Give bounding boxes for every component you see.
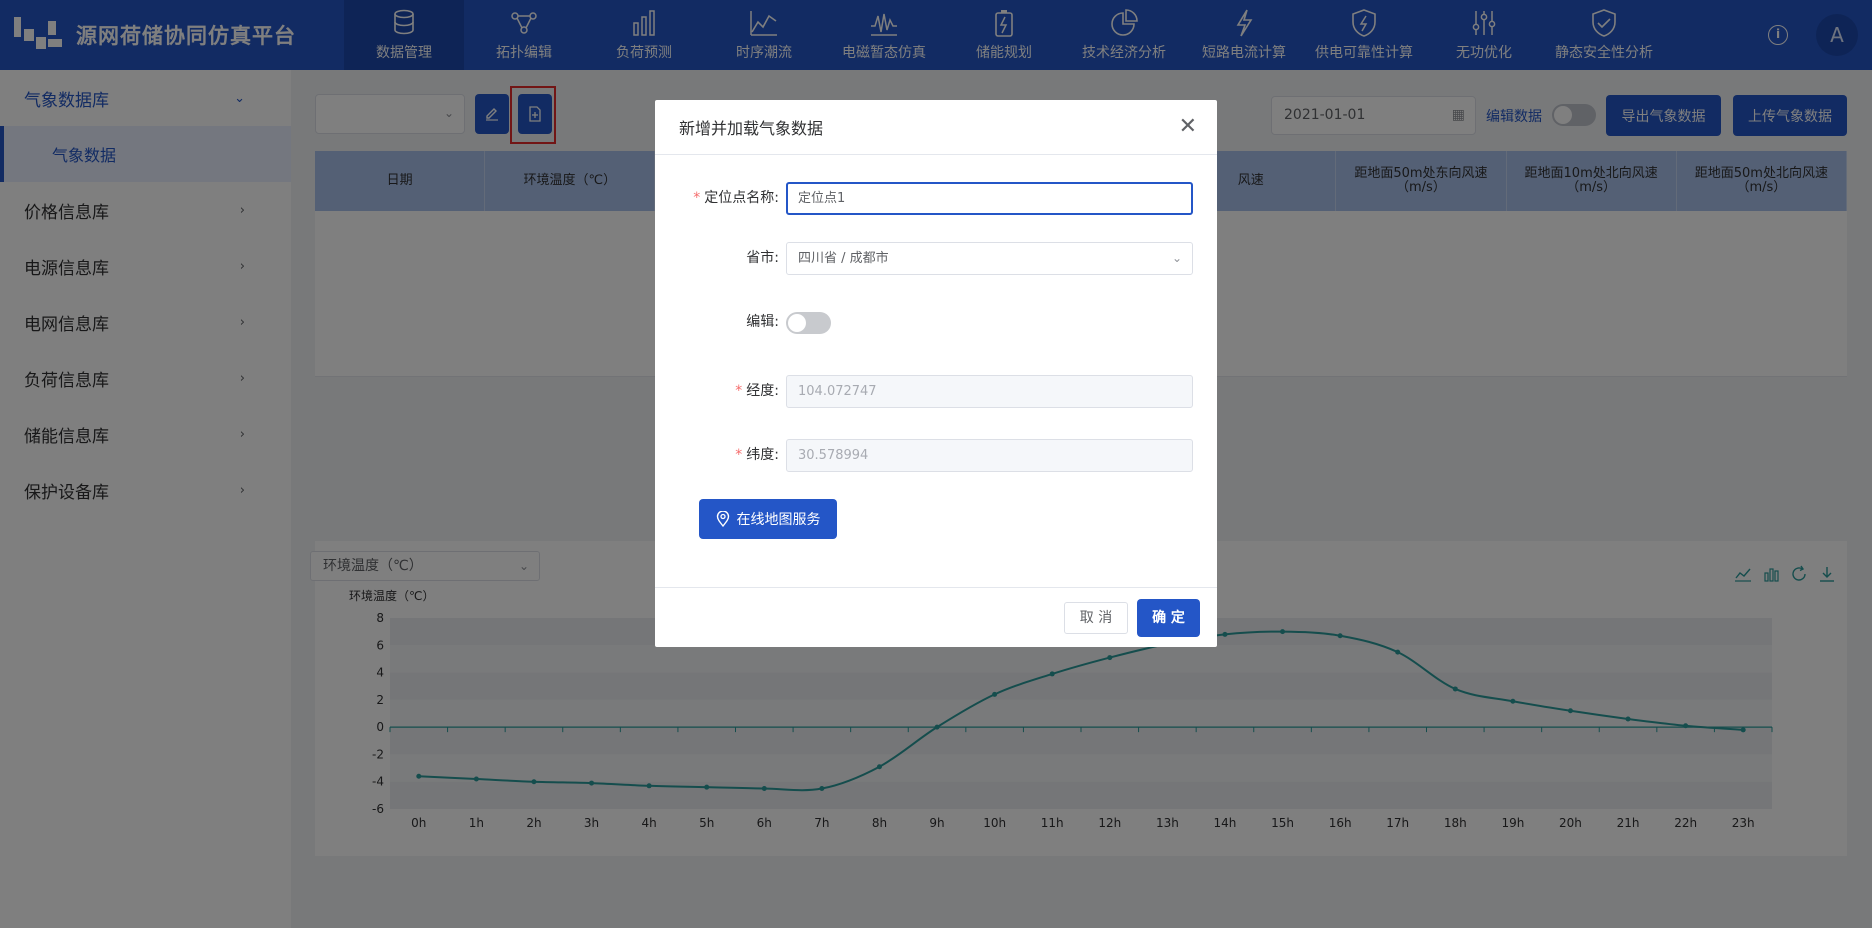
latitude-input[interactable]: 30.578994 <box>786 439 1193 472</box>
latitude-label: * 纬度: <box>735 447 779 463</box>
province-city-value: 四川省 / 成都市 <box>798 251 889 266</box>
form-row-edit: 编辑: <box>655 306 1217 339</box>
add-weather-dialog: 新增并加载气象数据 ✕ * 定位点名称: 定位点1 省市: 四川省 / 成都市 ⌄… <box>655 100 1217 647</box>
online-map-label: 在线地图服务 <box>736 512 821 528</box>
form-row-name: * 定位点名称: 定位点1 <box>655 182 1217 215</box>
form-row-city: 省市: 四川省 / 成都市 ⌄ <box>655 242 1217 275</box>
confirm-button[interactable]: 确 定 <box>1137 599 1200 637</box>
city-label: 省市: <box>746 250 779 266</box>
name-label: * 定位点名称: <box>693 190 779 206</box>
longitude-input[interactable]: 104.072747 <box>786 375 1193 408</box>
dialog-title: 新增并加载气象数据 <box>679 119 824 138</box>
form-row-lng: * 经度: 104.072747 <box>655 375 1217 408</box>
close-icon[interactable]: ✕ <box>1179 116 1197 138</box>
chevron-down-icon: ⌄ <box>1171 251 1182 265</box>
edit-switch[interactable] <box>786 312 831 334</box>
online-map-button[interactable]: 在线地图服务 <box>699 499 837 539</box>
location-name-input[interactable]: 定位点1 <box>786 182 1193 215</box>
longitude-label: * 经度: <box>735 383 779 399</box>
cancel-button[interactable]: 取 消 <box>1064 602 1128 634</box>
edit-label: 编辑: <box>746 314 779 330</box>
form-row-lat: * 纬度: 30.578994 <box>655 439 1217 472</box>
location-pin-icon <box>716 511 729 527</box>
dialog-footer: 取 消 确 定 <box>655 587 1217 647</box>
province-city-select[interactable]: 四川省 / 成都市 ⌄ <box>786 242 1193 275</box>
